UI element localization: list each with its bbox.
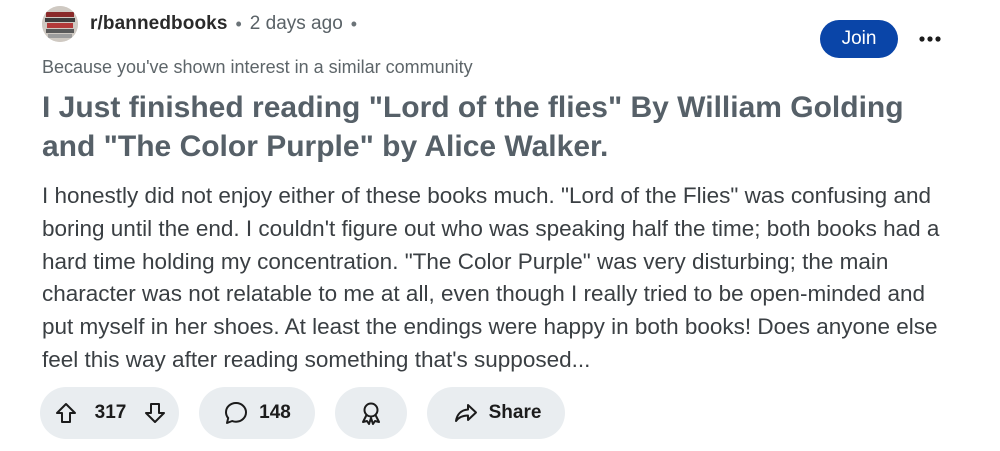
downvote-button[interactable] (143, 401, 167, 425)
more-dots-icon (919, 36, 941, 42)
post-header: r/bannedbooks • 2 days ago • (42, 6, 365, 42)
separator-dot: • (350, 13, 358, 34)
award-ribbon-icon (362, 402, 380, 425)
post-timestamp: 2 days ago (249, 13, 343, 34)
comments-button[interactable]: 148 (199, 387, 315, 439)
upvote-arrow-icon (56, 403, 76, 423)
share-label: Share (488, 402, 542, 423)
share-arrow-icon (454, 404, 477, 422)
post-body[interactable]: I honestly did not enjoy either of these… (42, 180, 952, 377)
join-button[interactable]: Join (820, 20, 898, 58)
subreddit-name[interactable]: r/bannedbooks (90, 13, 227, 35)
subreddit-avatar[interactable] (42, 6, 78, 42)
award-button[interactable] (335, 387, 407, 439)
vote-count: 317 (94, 402, 127, 423)
upvote-button[interactable] (54, 401, 78, 425)
post-card[interactable]: r/bannedbooks • 2 days ago • Join Becaus… (0, 0, 1000, 451)
recommendation-reason: Because you've shown interest in a simil… (42, 57, 473, 77)
more-options-button[interactable] (914, 26, 946, 52)
comment-count: 148 (259, 402, 291, 423)
action-bar: 317 148 Share (40, 387, 585, 439)
post-title[interactable]: I Just finished reading "Lord of the fli… (42, 88, 942, 166)
separator-dot: • (235, 13, 242, 34)
vote-control: 317 (40, 387, 179, 439)
downvote-arrow-icon (144, 403, 165, 423)
speech-bubble-icon (225, 402, 248, 424)
share-button[interactable]: Share (427, 387, 565, 439)
